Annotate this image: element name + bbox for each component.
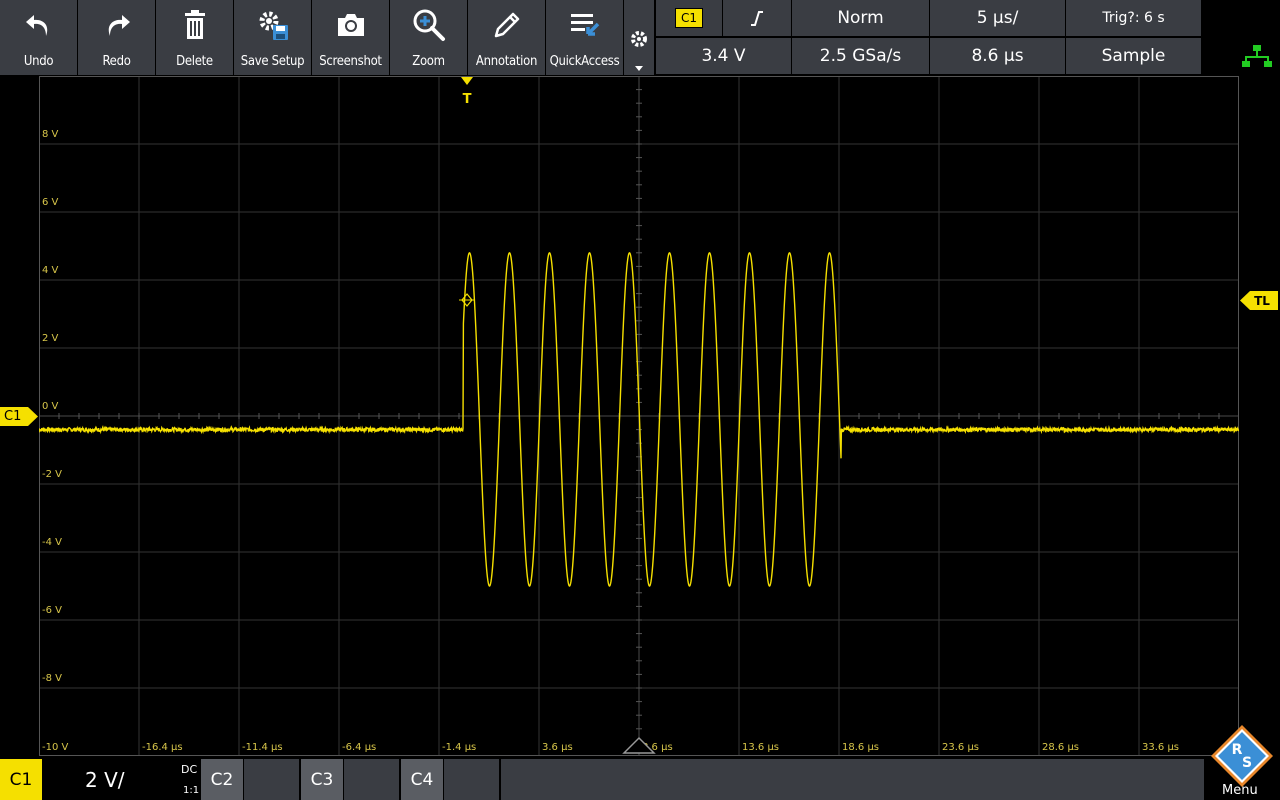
trigger-mode-value: Norm	[837, 8, 884, 28]
trigger-level-button[interactable]: 3.4 V	[656, 38, 791, 74]
channel-c2-settings[interactable]	[244, 759, 299, 800]
annotation-button[interactable]: Annotation	[468, 0, 545, 75]
rising-edge-icon	[751, 11, 763, 26]
horizontal-position-button[interactable]: 8.6 µs	[930, 38, 1065, 74]
x-axis-label: 33.6 µs	[1142, 742, 1179, 753]
trigger-level-marker-label: TL	[1254, 293, 1270, 308]
channel-c1-scale: 2 V/	[85, 768, 125, 792]
channel-c2-button[interactable]: C2	[201, 759, 243, 800]
x-axis-label: -1.4 µs	[442, 742, 476, 753]
redo-button[interactable]: Redo	[78, 0, 155, 75]
trigger-level-marker[interactable]: TL	[1240, 291, 1278, 310]
x-axis-label: 28.6 µs	[1042, 742, 1079, 753]
svg-text:S: S	[1242, 755, 1252, 771]
y-axis-label: -6 V	[42, 605, 62, 616]
x-axis-label: -6.4 µs	[342, 742, 376, 753]
channel-c3-settings[interactable]	[344, 759, 399, 800]
y-axis-label: -2 V	[42, 469, 62, 480]
quick-access-icon	[570, 14, 599, 36]
trigger-mode-button[interactable]: Norm	[792, 0, 929, 36]
zoom-button[interactable]: Zoom	[390, 0, 467, 75]
y-axis-label: 8 V	[42, 129, 59, 140]
channel-c4-label: C4	[410, 769, 434, 790]
camera-icon	[337, 14, 364, 36]
pen-icon	[494, 12, 519, 38]
timebase-value: 5 µs/	[976, 8, 1019, 28]
save-setup-icon	[259, 11, 288, 40]
annotation-label: Annotation	[475, 54, 538, 69]
bottom-bar-empty-area	[501, 759, 1204, 800]
channel-c3-label: C3	[310, 769, 334, 790]
trigger-source-badge: C1	[674, 8, 703, 28]
x-axis-label: 3.6 µs	[542, 742, 573, 753]
gear-icon	[631, 31, 647, 47]
y-axis-label: -8 V	[42, 673, 62, 684]
x-axis-label: 18.6 µs	[842, 742, 879, 753]
y-axis-label: 4 V	[42, 265, 59, 276]
chevron-down-icon	[635, 66, 643, 71]
save-setup-label: Save Setup	[240, 54, 305, 69]
waveform-display[interactable]: 8 V 6 V 4 V 2 V 0 V -2 V -4 V -6 V -8 V …	[38, 75, 1240, 760]
channel-c2-label: C2	[210, 769, 234, 790]
delete-button[interactable]: Delete	[156, 0, 233, 75]
y-axis-label: -10 V	[42, 742, 69, 753]
trigger-time-marker[interactable]: T	[459, 76, 475, 104]
trigger-slope-button[interactable]	[723, 0, 791, 36]
menu-label: Menu	[1222, 783, 1258, 798]
channel-c1-label: C1	[9, 769, 33, 790]
x-axis-label: 23.6 µs	[942, 742, 979, 753]
screenshot-button[interactable]: Screenshot	[312, 0, 389, 75]
toolbar-settings-button[interactable]	[624, 0, 654, 75]
undo-icon	[25, 15, 47, 36]
network-icon	[1242, 45, 1272, 67]
menu-button[interactable]: R S Menu	[1205, 725, 1280, 800]
channel-c1-coupling: DC	[181, 763, 198, 776]
x-axis-label: -16.4 µs	[142, 742, 183, 753]
undo-label: Undo	[23, 54, 54, 69]
channel-offset-marker[interactable]: C1	[0, 407, 38, 426]
zoom-label: Zoom	[412, 54, 445, 69]
redo-icon	[108, 15, 130, 36]
horizontal-position-value: 8.6 µs	[971, 46, 1024, 66]
trigger-level-value: 3.4 V	[701, 46, 746, 66]
x-axis-label: 13.6 µs	[742, 742, 779, 753]
trigger-status-button[interactable]: Trig?: 6 s	[1066, 0, 1201, 36]
channel-offset-marker-label: C1	[4, 409, 22, 424]
trigger-time-marker-label: T	[463, 92, 472, 104]
acquisition-mode-button[interactable]: Sample	[1066, 38, 1201, 74]
save-setup-button[interactable]: Save Setup	[234, 0, 311, 75]
acquisition-mode-value: Sample	[1101, 46, 1166, 66]
quickaccess-button[interactable]: QuickAccess	[546, 0, 623, 75]
waveform-grid: 8 V 6 V 4 V 2 V 0 V -2 V -4 V -6 V -8 V …	[38, 75, 1240, 756]
channel-bar: C1 2 V/ DC 1:1 C2 C3 C4 R S Menu	[0, 725, 1280, 800]
rs-logo-icon: R S	[1211, 725, 1273, 787]
trigger-source-button[interactable]: C1	[656, 0, 722, 36]
undo-button[interactable]: Undo	[0, 0, 77, 75]
channel-c4-settings[interactable]	[444, 759, 499, 800]
delete-label: Delete	[176, 54, 213, 69]
quickaccess-label: QuickAccess	[549, 54, 620, 69]
y-axis-label: 0 V	[42, 401, 59, 412]
channel-c1-settings[interactable]: 2 V/ DC 1:1	[43, 759, 200, 800]
zoom-icon	[413, 9, 445, 41]
trash-icon	[184, 10, 205, 39]
sample-rate-value: 2.5 GSa/s	[819, 46, 902, 66]
trigger-status-value: Trig?: 6 s	[1102, 10, 1165, 26]
svg-text:R: R	[1232, 742, 1243, 758]
y-axis-label: -4 V	[42, 537, 62, 548]
y-axis-label: 6 V	[42, 197, 59, 208]
y-axis-label: 2 V	[42, 333, 59, 344]
timebase-button[interactable]: 5 µs/	[930, 0, 1065, 36]
channel-c1-button[interactable]: C1	[0, 759, 42, 800]
channel-c1-probe: 1:1	[183, 785, 200, 796]
x-axis-label: -11.4 µs	[242, 742, 283, 753]
screenshot-label: Screenshot	[319, 54, 382, 69]
sample-rate-button[interactable]: 2.5 GSa/s	[792, 38, 929, 74]
channel-c3-button[interactable]: C3	[301, 759, 343, 800]
toolbar: Undo Redo Delete Save Setup Screenshot Z…	[0, 0, 1280, 76]
channel-c4-button[interactable]: C4	[401, 759, 443, 800]
redo-label: Redo	[102, 54, 131, 69]
